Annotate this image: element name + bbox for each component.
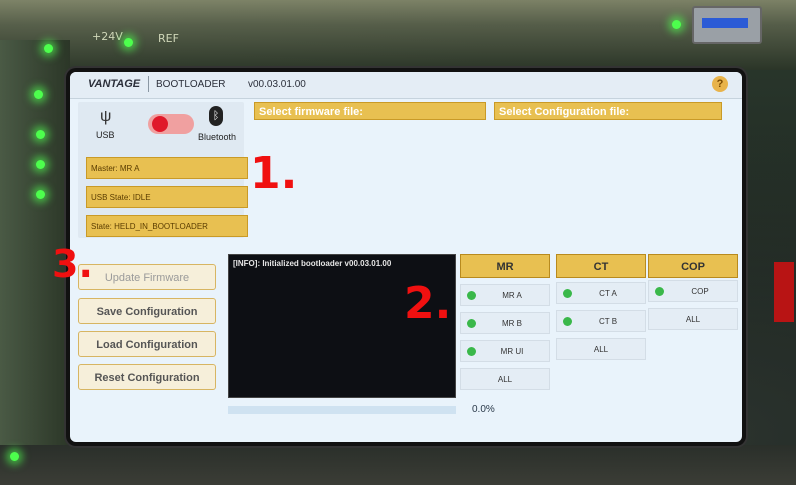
- touch-screen: VANTAGE BOOTLOADER v00.03.01.00 ? ψ USB …: [70, 72, 742, 442]
- progress-label: 0.0%: [472, 404, 495, 415]
- load-configuration-button[interactable]: Load Configuration: [78, 331, 216, 357]
- annotation-3: 3.: [52, 242, 93, 286]
- usb-icon: ψ: [100, 108, 112, 125]
- ct-all-label: ALL: [593, 345, 609, 354]
- cop-group-header[interactable]: COP: [648, 254, 738, 278]
- board-led: [44, 44, 53, 53]
- ct-a-item[interactable]: CT A: [556, 282, 646, 304]
- ct-b-label: CT B: [598, 317, 618, 326]
- app-name: BOOTLOADER: [156, 79, 226, 90]
- bluetooth-label: Bluetooth: [198, 132, 237, 142]
- mr-a-label: MR A: [502, 291, 522, 300]
- ct-all-item[interactable]: ALL: [556, 338, 646, 360]
- bootloader-state-status: State: HELD_IN_BOOTLOADER: [86, 215, 248, 237]
- board-led: [10, 452, 19, 461]
- board-led: [36, 190, 45, 199]
- mr-b-label: MR B: [502, 319, 522, 328]
- cop-item[interactable]: COP: [648, 280, 738, 302]
- brand-divider: [148, 76, 149, 92]
- save-configuration-button[interactable]: Save Configuration: [78, 298, 216, 324]
- board-led: [36, 130, 45, 139]
- mr-b-item[interactable]: MR B: [460, 312, 550, 334]
- ct-a-label: CT A: [599, 289, 617, 298]
- board-led: [124, 38, 133, 47]
- silkscreen-24v: +24V: [92, 30, 123, 43]
- cop-label: COP: [691, 287, 709, 296]
- progress-bar: [228, 406, 456, 414]
- annotation-1: 1.: [250, 148, 298, 199]
- mr-a-item[interactable]: MR A: [460, 284, 550, 306]
- mr-all-label: ALL: [497, 375, 513, 384]
- mr-group-header[interactable]: MR: [460, 254, 550, 278]
- brand-logo: VANTAGE: [88, 78, 141, 90]
- app-version: v00.03.01.00: [248, 79, 306, 90]
- board-led: [36, 160, 45, 169]
- board-led: [672, 20, 681, 29]
- board-led: [34, 90, 43, 99]
- usb-port: [692, 6, 762, 44]
- silkscreen-ref: REF: [158, 32, 179, 45]
- mr-all-item[interactable]: ALL: [460, 368, 550, 390]
- usb-label: USB: [96, 130, 115, 140]
- help-button[interactable]: ?: [712, 76, 728, 92]
- mr-ui-label: MR UI: [500, 347, 524, 356]
- bluetooth-icon: ᛒ: [209, 106, 223, 126]
- usb-state-status: USB State: IDLE: [86, 186, 248, 208]
- red-component: [774, 262, 794, 322]
- pcb-bottom-edge: [0, 445, 796, 485]
- cop-all-item[interactable]: ALL: [648, 308, 738, 330]
- config-file-selector[interactable]: Select Configuration file:: [494, 102, 722, 120]
- reset-configuration-button[interactable]: Reset Configuration: [78, 364, 216, 390]
- ct-group-header[interactable]: CT: [556, 254, 646, 278]
- firmware-file-selector[interactable]: Select firmware file:: [254, 102, 486, 120]
- cop-all-label: ALL: [685, 315, 701, 324]
- connection-panel: ψ USB ᛒ Bluetooth Master: MR A USB State…: [78, 102, 248, 238]
- ct-b-item[interactable]: CT B: [556, 310, 646, 332]
- mr-ui-item[interactable]: MR UI: [460, 340, 550, 362]
- annotation-2: 2.: [404, 278, 452, 329]
- update-firmware-button[interactable]: Update Firmware: [78, 264, 216, 290]
- connection-mode-toggle[interactable]: [148, 114, 194, 134]
- master-status: Master: MR A: [86, 157, 248, 179]
- title-bar: VANTAGE BOOTLOADER v00.03.01.00 ?: [70, 72, 742, 99]
- log-line: [INFO]: Initialized bootloader v00.03.01…: [233, 259, 392, 268]
